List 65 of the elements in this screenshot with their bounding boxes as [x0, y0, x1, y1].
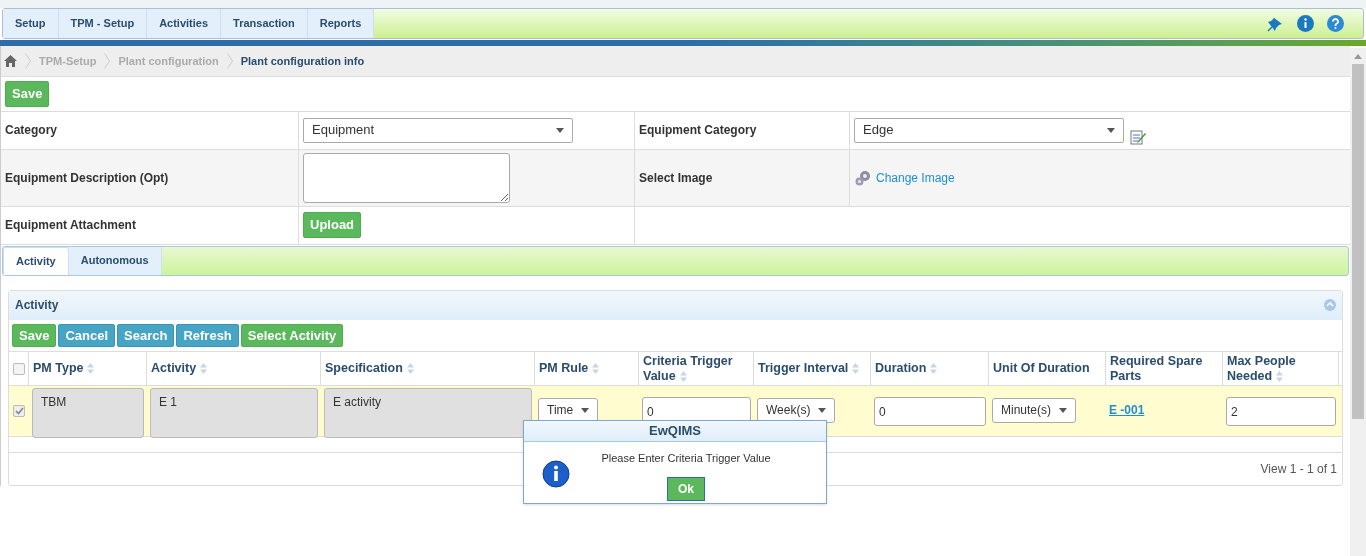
menu-tab[interactable]: Setup — [3, 9, 59, 38]
sort-icon — [930, 363, 938, 375]
pager-info: View 1 - 1 of 1 — [1260, 461, 1337, 478]
column-header[interactable]: Activity — [151, 361, 208, 376]
edit-icon[interactable] — [1130, 129, 1146, 145]
gears-icon — [854, 168, 872, 187]
panel-title: Activity — [15, 297, 59, 314]
select-all-checkbox[interactable] — [12, 362, 25, 375]
sort-icon — [87, 363, 95, 375]
column-header[interactable]: Duration — [875, 361, 938, 376]
chevron-separator-icon — [104, 53, 111, 69]
column-header[interactable]: PM Rule — [539, 361, 600, 376]
select-field[interactable]: Time — [538, 397, 599, 423]
caret-icon — [1059, 407, 1067, 413]
dialog-message: Please Enter Criteria Trigger Value — [601, 451, 771, 466]
section-tab[interactable]: Activity — [3, 246, 69, 275]
sort-icon — [1276, 370, 1284, 382]
caret-icon — [1107, 127, 1115, 133]
info-icon[interactable] — [1297, 15, 1314, 32]
form-label: Equipment Attachment — [5, 217, 136, 234]
menu-tab[interactable]: Transaction — [221, 9, 308, 38]
row-checkbox[interactable] — [13, 405, 25, 417]
caret-icon — [556, 127, 564, 133]
column-header[interactable]: Trigger Interval — [758, 361, 860, 376]
collapse-icon[interactable] — [1324, 299, 1336, 311]
readonly-field: TBM — [32, 388, 144, 438]
form-label: Category — [5, 122, 57, 139]
chevron-separator-icon — [25, 53, 31, 69]
sort-icon — [679, 370, 687, 382]
scrollbar-thumb[interactable] — [1352, 64, 1364, 419]
sort-icon — [200, 363, 208, 375]
scroll-up-icon[interactable] — [1354, 54, 1362, 59]
readonly-field: E 1 — [150, 388, 318, 438]
column-header[interactable]: Criteria Trigger Value — [643, 353, 749, 384]
column-header[interactable]: PM Type — [33, 361, 95, 376]
caret-icon — [818, 407, 827, 413]
description-field[interactable] — [303, 152, 510, 203]
pin-icon[interactable] — [1267, 15, 1283, 32]
column-header[interactable]: Max People Needed — [1227, 353, 1334, 384]
info-icon — [542, 460, 570, 488]
column-header[interactable]: Unit Of Duration — [993, 361, 1090, 376]
sort-icon — [592, 363, 600, 375]
select-field[interactable]: Minute(s) — [992, 397, 1076, 423]
breadcrumb-item: Plant configuration info — [240, 53, 365, 69]
menu-tab[interactable]: Reports — [307, 9, 375, 38]
menu-tab[interactable]: Activities — [147, 9, 222, 38]
help-icon[interactable] — [1327, 15, 1344, 32]
number-input[interactable]: 0 — [874, 397, 986, 426]
select-field[interactable]: Equipment — [303, 117, 573, 143]
form-label: Select Image — [639, 169, 713, 187]
readonly-field: E activity — [324, 388, 532, 438]
form-label: Equipment Category — [639, 122, 757, 139]
section-tab[interactable]: Autonomous — [68, 246, 162, 275]
home-icon[interactable] — [4, 55, 17, 67]
menu-tab[interactable]: TPM - Setup — [58, 9, 148, 38]
sort-icon — [852, 363, 860, 375]
caret-icon — [581, 407, 590, 413]
column-header[interactable]: Required Spare Parts — [1110, 353, 1218, 384]
sort-icon — [406, 363, 414, 375]
select-field[interactable]: Edge — [854, 117, 1124, 143]
select-field[interactable]: Week(s) — [757, 397, 836, 423]
column-header[interactable]: Specification — [325, 361, 414, 376]
chevron-separator-icon — [226, 53, 233, 69]
number-input[interactable]: 2 — [1226, 397, 1336, 426]
form-label: Equipment Description (Opt) — [5, 169, 169, 187]
